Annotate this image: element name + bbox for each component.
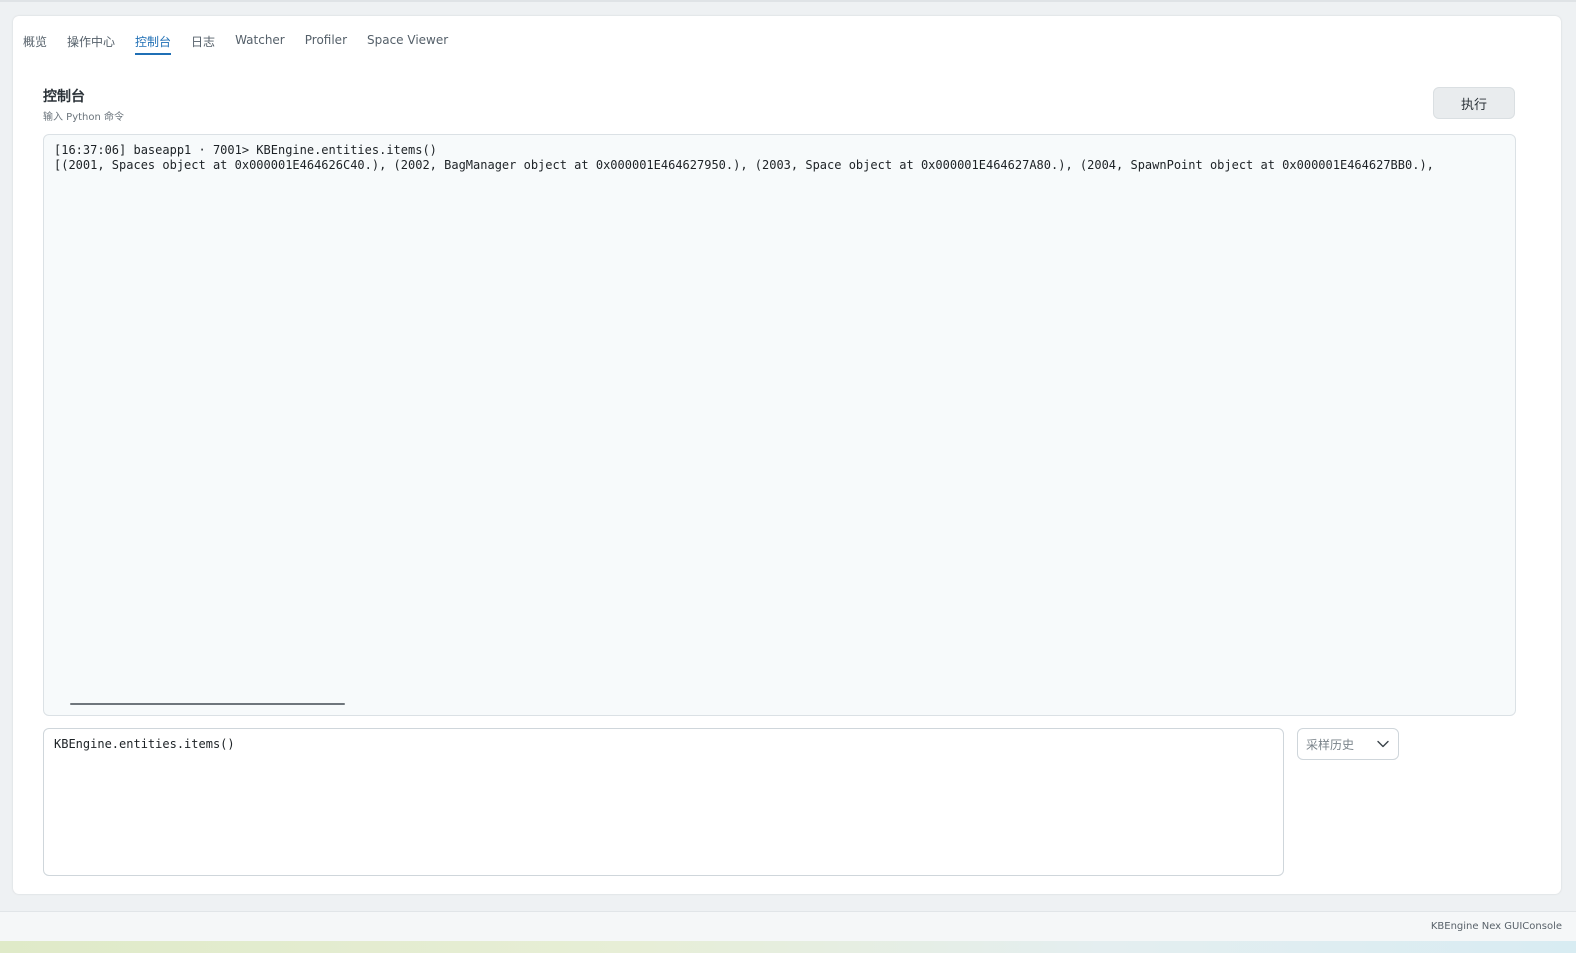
- app-frame: 概览 操作中心 控制台 日志 Watcher Profiler Space Vi…: [0, 0, 1576, 953]
- console-output[interactable]: [16:37:06] baseapp1 · 7001> KBEngine.ent…: [43, 134, 1516, 716]
- output-line: [(2001, Spaces object at 0x000001E464626…: [54, 158, 1434, 172]
- output-line: [16:37:06] baseapp1 · 7001> KBEngine.ent…: [54, 143, 437, 157]
- horizontal-scrollbar[interactable]: [70, 703, 345, 705]
- history-select-label: 采样历史: [1306, 737, 1355, 752]
- tab-logs[interactable]: 日志: [191, 31, 215, 55]
- execute-button[interactable]: 执行: [1433, 87, 1515, 119]
- tab-space-viewer[interactable]: Space Viewer: [367, 31, 448, 55]
- tab-operation-center[interactable]: 操作中心: [67, 31, 115, 55]
- footer: KBEngine Nex GUIConsole: [0, 911, 1576, 942]
- tab-bar: 概览 操作中心 控制台 日志 Watcher Profiler Space Vi…: [23, 31, 468, 55]
- tab-overview[interactable]: 概览: [23, 31, 47, 55]
- command-input[interactable]: [43, 728, 1284, 876]
- tab-watcher[interactable]: Watcher: [235, 31, 285, 55]
- footer-text: KBEngine Nex GUIConsole: [1430, 921, 1562, 932]
- section-subtitle: 输入 Python 命令: [43, 112, 125, 123]
- tab-profiler[interactable]: Profiler: [305, 31, 347, 55]
- top-strip: [0, 0, 1576, 2]
- tab-console[interactable]: 控制台: [135, 31, 172, 55]
- section-title: 控制台: [43, 89, 85, 105]
- main-card: 概览 操作中心 控制台 日志 Watcher Profiler Space Vi…: [13, 16, 1561, 894]
- taskbar-strip: [0, 941, 1576, 953]
- chevron-down-icon: [1377, 740, 1389, 748]
- history-select[interactable]: 采样历史: [1297, 728, 1399, 760]
